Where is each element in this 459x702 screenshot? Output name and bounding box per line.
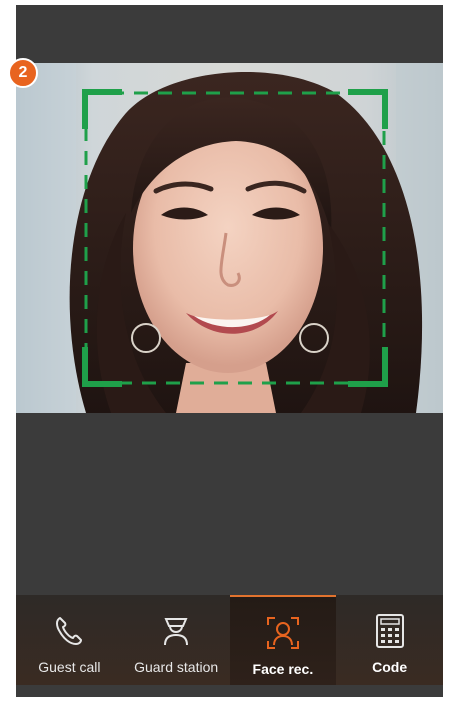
nav-label-code: Code	[372, 659, 408, 675]
nav-label-guard-station: Guard station	[134, 659, 219, 675]
guard-icon	[156, 611, 196, 651]
bottom-strip	[16, 685, 443, 697]
face-scan-icon	[263, 613, 303, 653]
nav-item-guest-call[interactable]: Guest call	[16, 595, 123, 685]
face-detection-frame	[82, 89, 388, 387]
phone-icon	[49, 611, 89, 651]
nav-item-face-rec[interactable]: Face rec.	[229, 595, 337, 685]
nav-label-guest-call: Guest call	[38, 659, 101, 675]
device-screen: Guest call Guard station Face rec. Code	[16, 5, 443, 697]
bottom-nav-bar: Guest call Guard station Face rec. Code	[16, 595, 443, 685]
step-badge: 2	[8, 58, 38, 88]
nav-item-guard-station[interactable]: Guard station	[123, 595, 230, 685]
nav-label-face-rec: Face rec.	[252, 661, 314, 677]
nav-items: Guest call Guard station Face rec. Code	[16, 595, 443, 685]
nav-item-code[interactable]: Code	[336, 595, 443, 685]
keypad-icon	[370, 611, 410, 651]
